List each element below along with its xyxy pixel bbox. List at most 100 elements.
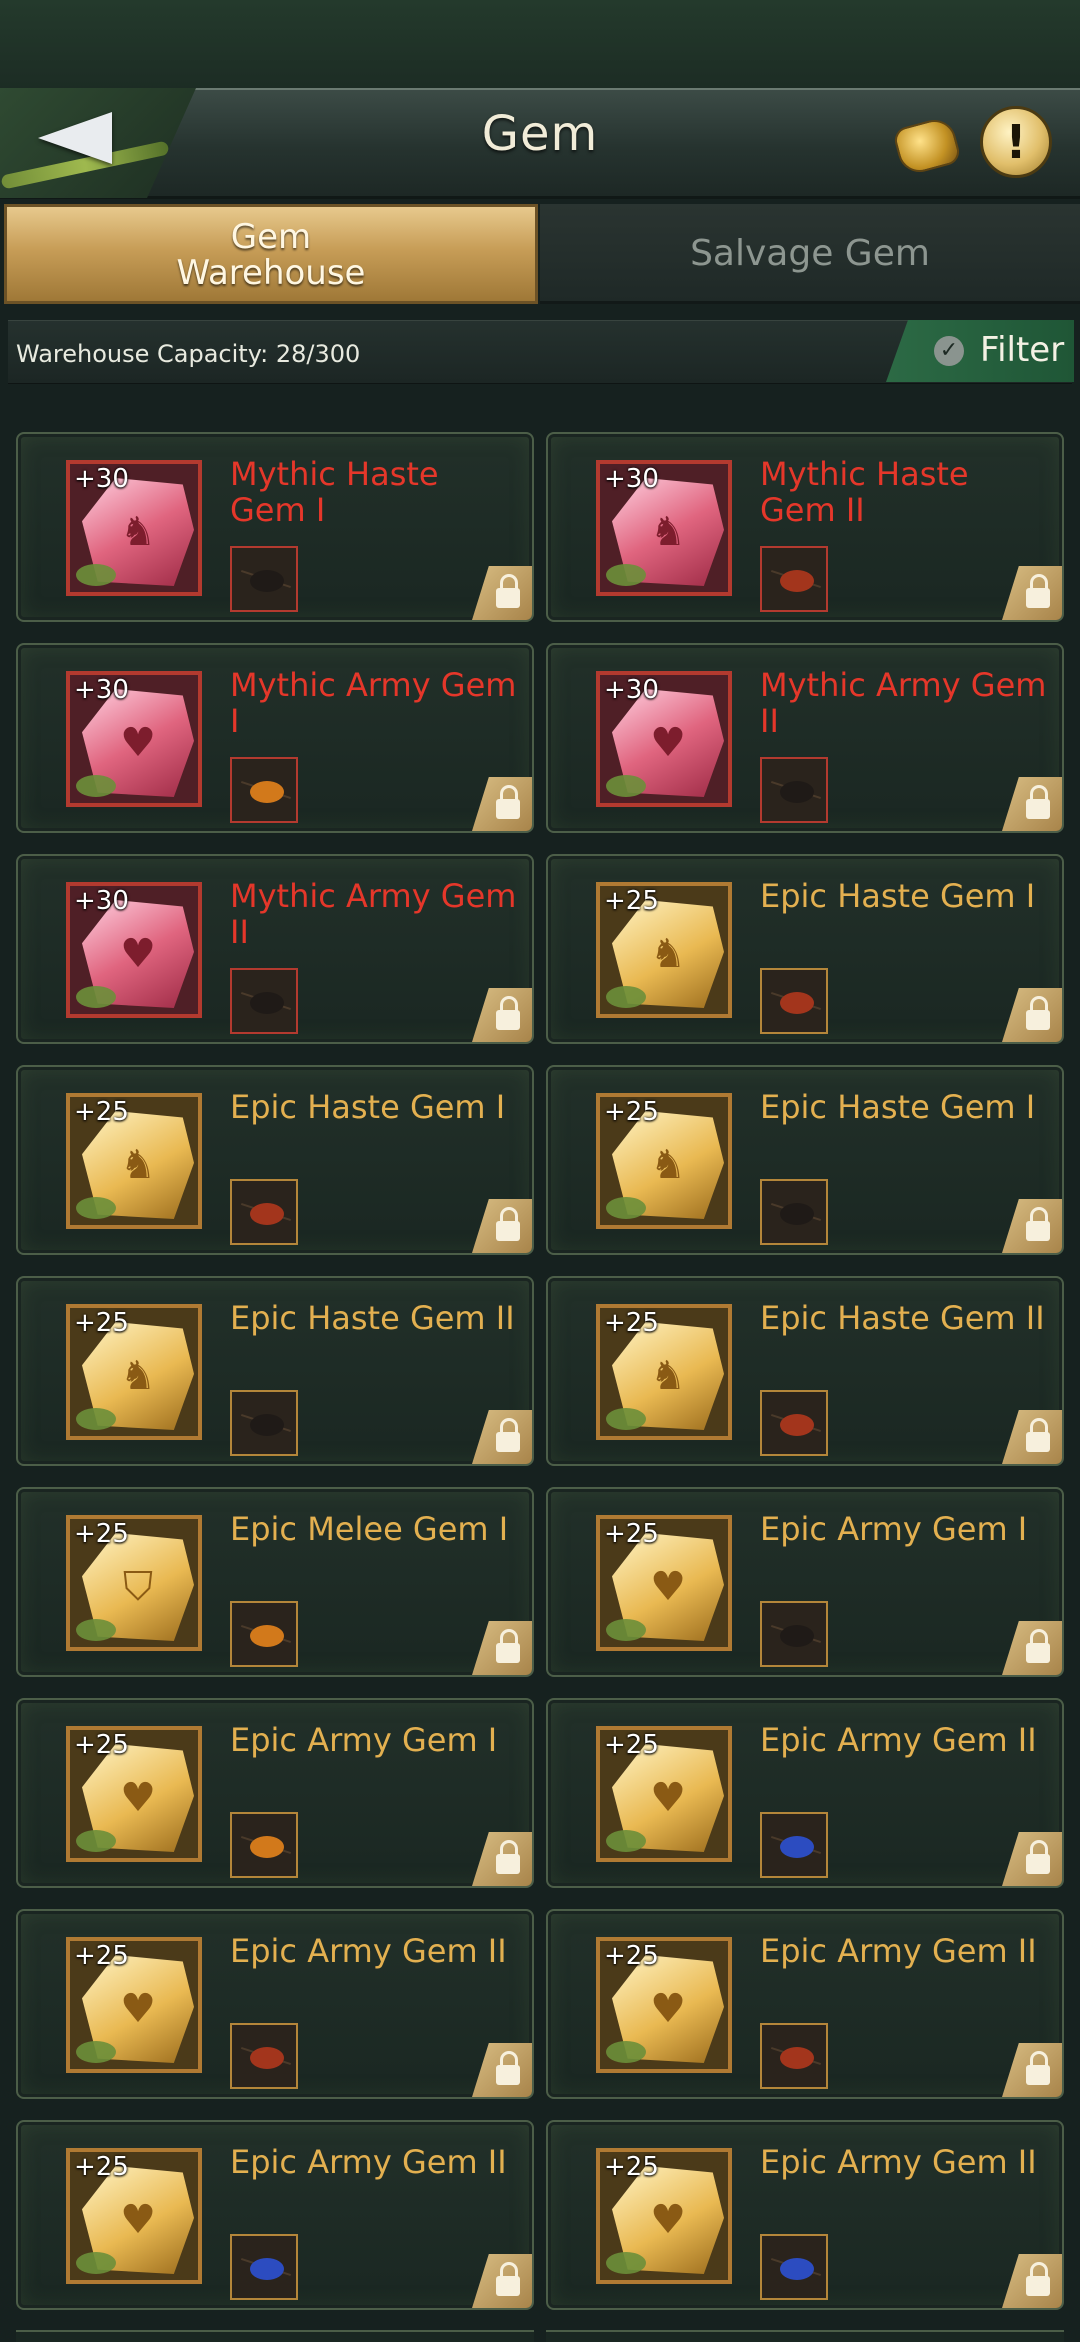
heart-icon: ♥ (650, 1564, 686, 1610)
gem-level: +25 (604, 1730, 659, 1760)
lock-button[interactable] (472, 1410, 532, 1464)
gem-name: Epic Army Gem II (760, 1932, 1037, 1970)
gem-card[interactable]: ♥ +25 Epic Army Gem II (546, 1698, 1064, 1888)
gem-card[interactable]: ♥ +25 Epic Army Gem I (16, 1698, 534, 1888)
gem-card[interactable]: ⛉ +25 Epic Melee Gem I (16, 1487, 534, 1677)
ant-portrait (760, 1390, 828, 1456)
ant-portrait (760, 2234, 828, 2300)
tab-gem-warehouse-label: Gem Warehouse (176, 217, 366, 293)
lock-button[interactable] (472, 2254, 532, 2308)
lock-button[interactable] (1002, 1832, 1062, 1886)
lock-button[interactable] (1002, 566, 1062, 620)
lock-button[interactable] (472, 1199, 532, 1253)
gem-name: Epic Haste Gem II (760, 1299, 1045, 1337)
ant-icon (250, 1625, 284, 1647)
gem-card[interactable]: ♥ +25 Epic Army Gem II (546, 2120, 1064, 2310)
lock-button[interactable] (1002, 988, 1062, 1042)
gem-level: +25 (604, 2152, 659, 2182)
page-title: Gem (481, 106, 599, 162)
lock-button[interactable] (1002, 1410, 1062, 1464)
lock-icon (496, 2262, 520, 2296)
lock-button[interactable] (1002, 2254, 1062, 2308)
lock-button[interactable] (1002, 777, 1062, 831)
ant-icon (780, 2258, 814, 2280)
ant-portrait (230, 1812, 298, 1878)
lock-button[interactable] (1002, 2043, 1062, 2097)
gem-icon-frame: ♥ +25 (66, 1726, 202, 1862)
warehouse-capacity: Warehouse Capacity: 28/300 (16, 340, 361, 368)
lock-icon (1026, 2262, 1050, 2296)
boot-icon: ♞ (650, 1353, 686, 1399)
tab-gem-warehouse[interactable]: Gem Warehouse (4, 204, 538, 304)
lock-button[interactable] (1002, 1621, 1062, 1675)
ant-portrait (760, 546, 828, 612)
gem-icon-frame: ♞ +25 (66, 1093, 202, 1229)
ant-icon (250, 1836, 284, 1858)
ant-portrait (760, 757, 828, 823)
gem-card[interactable]: ♞ +25 Epic Haste Gem I (546, 1065, 1064, 1255)
heart-icon: ♥ (650, 720, 686, 766)
ant-icon (250, 992, 284, 1014)
gem-card[interactable]: ♥ +25 Epic Army Gem II (16, 1909, 534, 2099)
heart-icon: ♥ (120, 2197, 156, 2243)
tab-salvage-gem[interactable]: Salvage Gem (540, 204, 1080, 304)
ant-icon (250, 1203, 284, 1225)
lock-icon (1026, 574, 1050, 608)
lock-button[interactable] (472, 1621, 532, 1675)
gem-card[interactable]: ♥ +30 Mythic Army Gem I (16, 643, 534, 833)
gem-icon-frame: ♞ +25 (596, 1304, 732, 1440)
heart-icon: ♥ (120, 1986, 156, 2032)
gem-level: +25 (74, 1730, 129, 1760)
gem-icon-frame: ♥ +25 (596, 1515, 732, 1651)
lock-icon (1026, 1629, 1050, 1663)
reward-button[interactable] (891, 112, 963, 177)
moss-decoration (606, 1197, 646, 1219)
lock-button[interactable] (472, 2043, 532, 2097)
gem-card[interactable]: ♞ +30 Mythic Haste Gem II (546, 432, 1064, 622)
lock-icon (1026, 996, 1050, 1030)
ant-icon (780, 1625, 814, 1647)
gem-card[interactable]: ♥ +25 Epic Army Gem II (546, 1909, 1064, 2099)
ant-icon (250, 781, 284, 803)
lock-icon (1026, 1207, 1050, 1241)
gem-card[interactable]: ♞ +25 Epic Haste Gem I (16, 1065, 534, 1255)
info-button[interactable]: ! (980, 106, 1052, 178)
gem-name: Mythic Army Gem II (230, 877, 517, 951)
moss-decoration (606, 564, 646, 586)
boot-icon: ♞ (650, 1142, 686, 1188)
gem-name: Epic Army Gem I (760, 1510, 1028, 1548)
gem-card[interactable]: ♞ +25 Epic Haste Gem II (546, 1276, 1064, 1466)
gem-icon-frame: ♥ +25 (66, 2148, 202, 2284)
moss-decoration (606, 1830, 646, 1852)
gem-card[interactable]: ♞ +30 Mythic Haste Gem I (16, 432, 534, 622)
gem-name: Epic Haste Gem I (230, 1088, 506, 1126)
gem-card[interactable]: ♥ +30 Mythic Army Gem II (546, 643, 1064, 833)
heart-icon: ♥ (120, 720, 156, 766)
heart-icon: ♥ (650, 1775, 686, 1821)
lock-icon (496, 1418, 520, 1452)
gem-card[interactable]: ♞ +25 Epic Haste Gem II (16, 1276, 534, 1466)
ant-portrait (230, 2023, 298, 2089)
lock-button[interactable] (472, 566, 532, 620)
lock-button[interactable] (472, 988, 532, 1042)
gem-card[interactable]: ♥ +25 Epic Army Gem II (16, 2120, 534, 2310)
gem-level: +25 (604, 1097, 659, 1127)
gem-card[interactable]: ♥ +30 Mythic Army Gem II (16, 854, 534, 1044)
gem-name: Epic Haste Gem I (760, 877, 1036, 915)
shield-icon: ⛉ (123, 1564, 153, 1610)
ant-portrait (760, 968, 828, 1034)
lock-button[interactable] (472, 777, 532, 831)
gem-icon-frame: ♥ +25 (596, 2148, 732, 2284)
lock-button[interactable] (472, 1832, 532, 1886)
ant-icon (780, 1836, 814, 1858)
lock-button[interactable] (1002, 1199, 1062, 1253)
moss-decoration (76, 986, 116, 1008)
gem-card[interactable]: ♞ +25 Epic Haste Gem I (546, 854, 1064, 1044)
lock-icon (496, 574, 520, 608)
ant-icon (780, 992, 814, 1014)
gem-card[interactable]: ♥ +25 Epic Army Gem I (546, 1487, 1064, 1677)
gem-level: +30 (604, 675, 659, 705)
ant-portrait (230, 2234, 298, 2300)
lock-icon (496, 996, 520, 1030)
ant-icon (780, 781, 814, 803)
